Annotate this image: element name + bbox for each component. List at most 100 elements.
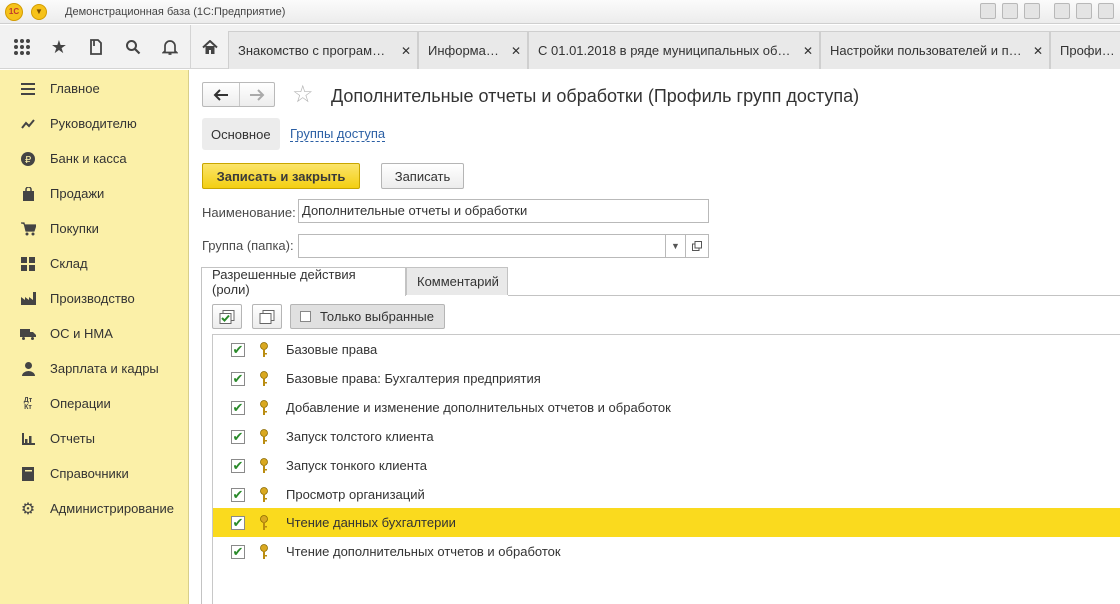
- list-item-selected[interactable]: ✔ Чтение данных бухгалтерии: [213, 508, 1120, 537]
- search-icon[interactable]: [114, 25, 152, 69]
- sidebar-item-operations[interactable]: Дт Кт Операции: [0, 386, 188, 421]
- list-item[interactable]: ✔ Базовые права: Бухгалтерия предприятия: [213, 364, 1120, 393]
- sidebar-item-manager[interactable]: Руководителю: [0, 106, 188, 141]
- role-label: Чтение дополнительных отчетов и обработо…: [286, 544, 561, 559]
- name-label: Наименование:: [202, 205, 296, 220]
- tab-label: С 01.01.2018 в ряде муниципальных обр...: [538, 43, 795, 58]
- sidebar-item-reports[interactable]: Отчеты: [0, 421, 188, 456]
- role-checkbox[interactable]: ✔: [231, 515, 245, 530]
- checkbox-icon: [300, 311, 311, 322]
- role-checkbox[interactable]: ✔: [231, 544, 245, 559]
- dropdown-icon[interactable]: ▼: [666, 234, 686, 258]
- cart-icon: [20, 221, 36, 237]
- check-all-button[interactable]: [212, 304, 242, 329]
- sidebar-item-production[interactable]: Производство: [0, 281, 188, 316]
- role-label: Запуск толстого клиента: [286, 429, 434, 444]
- list-item[interactable]: ✔ Запуск толстого клиента: [213, 422, 1120, 451]
- back-button[interactable]: [203, 83, 239, 106]
- role-checkbox[interactable]: ✔: [231, 429, 245, 444]
- sidebar-item-purchases[interactable]: Покупки: [0, 211, 188, 246]
- sidebar-item-administration[interactable]: ⚙ Администрирование: [0, 491, 188, 526]
- group-input[interactable]: [298, 234, 666, 258]
- key-icon: [260, 341, 268, 357]
- tab-label: Знакомство с программой: [238, 43, 393, 58]
- history-icon[interactable]: [77, 25, 115, 69]
- history-nav: [202, 82, 275, 107]
- close-icon[interactable]: ✕: [401, 44, 411, 58]
- tab-access-profiles[interactable]: Профили г: [1050, 31, 1120, 69]
- list-item[interactable]: ✔ Просмотр организаций: [213, 480, 1120, 509]
- list-item[interactable]: ✔ Запуск тонкого клиента: [213, 451, 1120, 480]
- sidebar-item-label: ОС и НМА: [50, 326, 113, 341]
- forward-button[interactable]: [238, 83, 275, 106]
- apps-grid-icon[interactable]: [3, 25, 41, 69]
- app-logo-icon[interactable]: 1С: [5, 2, 23, 21]
- only-selected-toggle[interactable]: Только выбранные: [290, 304, 445, 329]
- list-item[interactable]: ✔ Чтение дополнительных отчетов и обрабо…: [213, 537, 1120, 566]
- close-icon[interactable]: ✕: [511, 44, 521, 58]
- document-icon[interactable]: [1098, 3, 1114, 19]
- key-icon: [260, 399, 268, 415]
- tab-information[interactable]: Информация ✕: [418, 31, 528, 69]
- warehouse-icon: [20, 256, 36, 272]
- name-input[interactable]: Дополнительные отчеты и обработки: [298, 199, 709, 223]
- preview-icon[interactable]: [1024, 3, 1040, 19]
- book-icon: [20, 466, 36, 482]
- print-icon[interactable]: [1002, 3, 1018, 19]
- uncheck-all-button[interactable]: [252, 304, 282, 329]
- gear-icon: ⚙: [20, 500, 36, 518]
- sidebar-item-label: Отчеты: [50, 431, 95, 446]
- close-icon[interactable]: ✕: [1033, 44, 1043, 58]
- save-icon[interactable]: [980, 3, 996, 19]
- tab-main[interactable]: Основное: [202, 118, 280, 150]
- open-icon[interactable]: [686, 234, 709, 258]
- download-icon[interactable]: [1054, 3, 1070, 19]
- home-icon[interactable]: [190, 25, 228, 69]
- sidebar-item-label: Руководителю: [50, 116, 137, 131]
- list-item[interactable]: ✔ Базовые права: [213, 335, 1120, 364]
- access-groups-link[interactable]: Группы доступа: [290, 126, 386, 142]
- sidebar-item-label: Производство: [50, 291, 135, 306]
- window-title-bar: 1С ▼ Демонстрационная база (1С:Предприят…: [0, 0, 1120, 24]
- role-label: Запуск тонкого клиента: [286, 458, 427, 473]
- bar-chart-icon: [20, 431, 36, 447]
- sidebar-item-sales[interactable]: Продажи: [0, 176, 188, 211]
- tab-municipal-news[interactable]: С 01.01.2018 в ряде муниципальных обр...…: [528, 31, 820, 69]
- person-icon: [20, 361, 36, 377]
- tab-user-settings[interactable]: Настройки пользователей и прав ✕: [820, 31, 1050, 69]
- list-item[interactable]: ✔ Добавление и изменение дополнительных …: [213, 393, 1120, 422]
- notifications-bell-icon[interactable]: [151, 25, 189, 69]
- role-label: Базовые права: Бухгалтерия предприятия: [286, 371, 541, 386]
- sidebar-item-main[interactable]: Главное: [0, 71, 188, 106]
- sidebar-item-fixed-assets[interactable]: ОС и НМА: [0, 316, 188, 351]
- role-checkbox[interactable]: ✔: [231, 487, 245, 502]
- tab-divider: [508, 295, 1120, 296]
- role-checkbox[interactable]: ✔: [231, 371, 245, 386]
- sidebar-item-salary[interactable]: Зарплата и кадры: [0, 351, 188, 386]
- upload-icon[interactable]: [1076, 3, 1092, 19]
- tab-allowed-actions[interactable]: Разрешенные действия (роли): [201, 267, 406, 297]
- role-checkbox[interactable]: ✔: [231, 342, 245, 357]
- role-checkbox[interactable]: ✔: [231, 400, 245, 415]
- top-toolbar: ★ Знакомство с программой ✕ Информация ✕…: [0, 25, 1120, 69]
- key-icon: [260, 428, 268, 444]
- sidebar-item-label: Справочники: [50, 466, 129, 481]
- favorite-star-icon[interactable]: ☆: [292, 82, 314, 108]
- favorites-star-icon[interactable]: ★: [40, 25, 78, 69]
- role-checkbox[interactable]: ✔: [231, 458, 245, 473]
- tab-comment[interactable]: Комментарий: [406, 267, 508, 295]
- sidebar-item-bank[interactable]: ₽ Банк и касса: [0, 141, 188, 176]
- save-button[interactable]: Записать: [381, 163, 464, 189]
- save-and-close-button[interactable]: Записать и закрыть: [202, 163, 360, 189]
- title-toolbar: [980, 3, 1114, 19]
- close-icon[interactable]: ✕: [803, 44, 813, 58]
- sidebar-item-warehouse[interactable]: Склад: [0, 246, 188, 281]
- role-label: Чтение данных бухгалтерии: [286, 515, 456, 530]
- truck-icon: [20, 326, 36, 342]
- key-icon: [260, 486, 268, 502]
- sidebar-item-catalogs[interactable]: Справочники: [0, 456, 188, 491]
- tab-getting-started[interactable]: Знакомство с программой ✕: [228, 31, 418, 69]
- panel-border: [201, 295, 202, 604]
- main-menu-icon[interactable]: ▼: [31, 3, 47, 20]
- role-label: Просмотр организаций: [286, 487, 425, 502]
